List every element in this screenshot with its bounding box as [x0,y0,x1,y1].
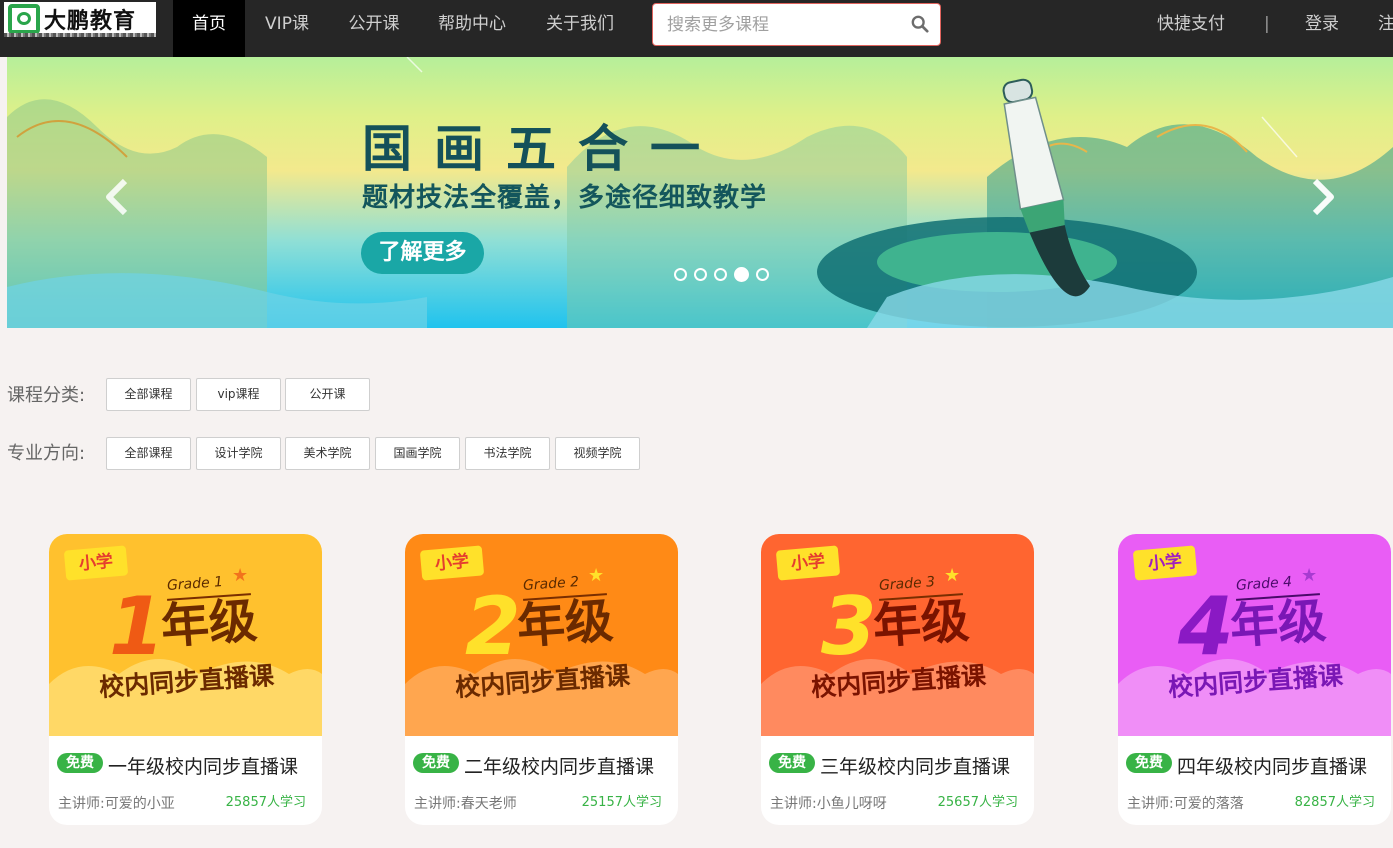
carousel-dot-5[interactable] [756,268,769,281]
carousel-dot-1[interactable] [674,268,687,281]
major-chip-fine-arts[interactable]: 美术学院 [285,437,370,470]
nav-help-center[interactable]: 帮助中心 [427,0,517,57]
course-learner-count: 25857人学习 [225,795,306,810]
grade-chinese: 年级 [1228,592,1328,656]
course-teacher: 主讲师:春天老师 [414,796,517,812]
course-card[interactable]: 小学 ★ Grade 1 1 年级 校内同步直播课 免费 一年级校内同步直播课 … [49,534,322,825]
login-link[interactable]: 登录 [1305,0,1339,48]
grade-chinese: 年级 [871,592,971,656]
course-title[interactable]: 四年级校内同步直播课 [1177,752,1367,779]
grade-number: 2 [465,580,521,673]
carousel-prev-arrow-icon[interactable] [103,177,133,217]
register-link[interactable]: 注 [1378,0,1393,48]
course-title[interactable]: 二年级校内同步直播课 [464,752,654,779]
star-icon: ★ [944,565,961,586]
course-card[interactable]: 小学 ★ Grade 3 3 年级 校内同步直播课 免费 三年级校内同步直播课 … [761,534,1034,825]
category-chip-all[interactable]: 全部课程 [106,378,191,411]
carousel-next-arrow-icon[interactable] [1307,177,1337,217]
free-badge: 免费 [1126,753,1172,773]
course-teacher: 主讲师:可爱的小亚 [58,796,175,812]
top-navbar: 大鹏教育 首页 VIP课 公开课 帮助中心 关于我们 快捷支付 | 登录 注 [0,0,1393,57]
course-level-tag: 小学 [775,545,841,581]
grade-chinese: 年级 [515,592,615,656]
banner-subtitle: 题材技法全覆盖，多途径细致教学 [362,183,768,213]
course-learner-count: 82857人学习 [1294,795,1375,810]
course-teacher: 主讲师:可爱的落落 [1127,796,1244,812]
major-chip-calligraphy[interactable]: 书法学院 [465,437,550,470]
course-card[interactable]: 小学 ★ Grade 4 4 年级 校内同步直播课 免费 四年级校内同步直播课 … [1118,534,1391,825]
grade-chinese: 年级 [159,592,259,656]
search-input[interactable] [653,4,903,45]
search-box [652,3,941,46]
nav-home[interactable]: 首页 [173,0,245,57]
major-chip-all[interactable]: 全部课程 [106,437,191,470]
major-chip-video[interactable]: 视频学院 [555,437,640,470]
course-learner-count: 25657人学习 [937,795,1018,810]
banner-title: 国画五合一 [362,120,722,178]
course-cover-image: 小学 ★ Grade 3 3 年级 校内同步直播课 [761,534,1034,736]
carousel-dot-3[interactable] [714,268,727,281]
course-level-tag: 小学 [1132,545,1198,581]
course-level-tag: 小学 [63,545,129,581]
quick-pay-link[interactable]: 快捷支付 [1157,0,1225,48]
nav-divider: | [1264,14,1270,34]
major-chip-chinese-painting[interactable]: 国画学院 [375,437,460,470]
nav-about-us[interactable]: 关于我们 [535,0,625,57]
course-card[interactable]: 小学 ★ Grade 2 2 年级 校内同步直播课 免费 二年级校内同步直播课 … [405,534,678,825]
grade-number: 3 [821,580,877,673]
category-chip-vip[interactable]: vip课程 [196,378,281,411]
nav-vip[interactable]: VIP课 [252,0,322,57]
category-filter-label: 课程分类: [7,385,86,406]
course-level-tag: 小学 [419,545,485,581]
nav-public-course[interactable]: 公开课 [335,0,413,57]
course-cover-image: 小学 ★ Grade 4 4 年级 校内同步直播课 [1118,534,1391,736]
hero-banner[interactable]: 国画五合一 题材技法全覆盖，多途径细致教学 了解更多 [7,57,1393,328]
logo-icon [8,4,40,34]
course-cover-image: 小学 ★ Grade 2 2 年级 校内同步直播课 [405,534,678,736]
logo-underline-decoration [4,33,156,37]
carousel-dot-4-active[interactable] [734,267,749,282]
logo-text: 大鹏教育 [44,9,137,34]
carousel-indicators [674,267,769,282]
major-chip-design[interactable]: 设计学院 [196,437,281,470]
course-title[interactable]: 三年级校内同步直播课 [820,752,1010,779]
free-badge: 免费 [57,753,103,773]
course-cover-image: 小学 ★ Grade 1 1 年级 校内同步直播课 [49,534,322,736]
course-title[interactable]: 一年级校内同步直播课 [108,752,298,779]
course-teacher: 主讲师:小鱼儿呀呀 [770,796,887,812]
banner-learn-more-button[interactable]: 了解更多 [361,232,484,274]
grade-number: 1 [109,580,165,673]
category-chip-public[interactable]: 公开课 [285,378,370,411]
search-icon[interactable] [911,15,929,33]
star-icon: ★ [1301,565,1318,586]
star-icon: ★ [232,565,249,586]
major-filter-label: 专业方向: [7,443,86,464]
site-logo[interactable]: 大鹏教育 [4,2,156,36]
free-badge: 免费 [413,753,459,773]
course-learner-count: 25157人学习 [581,795,662,810]
free-badge: 免费 [769,753,815,773]
star-icon: ★ [588,565,605,586]
carousel-dot-2[interactable] [694,268,707,281]
grade-number: 4 [1178,580,1234,673]
